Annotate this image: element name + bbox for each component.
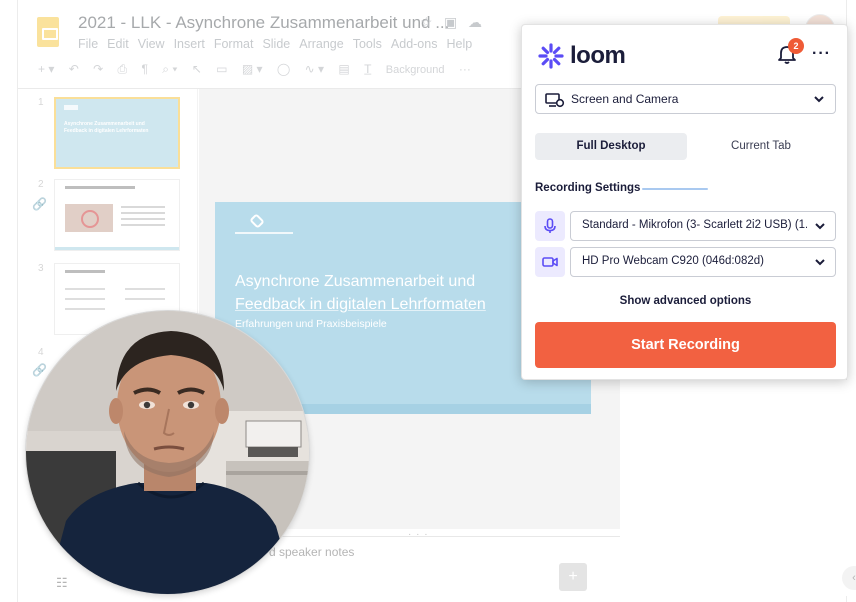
loom-starburst-icon bbox=[538, 43, 564, 69]
chevron-down-icon bbox=[814, 96, 824, 103]
thumbnail-logo bbox=[64, 105, 78, 110]
loom-wordmark: loom bbox=[570, 42, 626, 69]
undo-icon[interactable]: ↶ bbox=[69, 62, 79, 76]
camera-value: HD Pro Webcam C920 (046d:082d) bbox=[582, 255, 764, 267]
menu-tools[interactable]: Tools bbox=[353, 37, 382, 51]
slide-number-2: 2 bbox=[38, 179, 44, 190]
menu-insert[interactable]: Insert bbox=[174, 37, 205, 51]
comment-icon[interactable]: ▤ bbox=[338, 62, 349, 76]
paint-format-icon[interactable]: ¶ bbox=[141, 62, 147, 76]
background-button[interactable]: Background bbox=[386, 64, 445, 76]
microphone-value: Standard - Mikrofon (3- Scarlett 2i2 USB… bbox=[582, 219, 807, 231]
recording-mode-value: Screen and Camera bbox=[571, 92, 679, 106]
thumbnail-title: Asynchrone Zusammenarbeit und Feedback i… bbox=[64, 121, 149, 134]
slide-thumbnail-2[interactable] bbox=[54, 179, 180, 251]
grid-view-icon[interactable]: ☷ bbox=[56, 575, 68, 591]
line-icon[interactable]: ∿ ▾ bbox=[305, 62, 324, 76]
microphone-icon bbox=[544, 218, 556, 233]
more-options-icon[interactable]: ··· bbox=[812, 45, 831, 63]
webcam-bubble[interactable] bbox=[25, 310, 310, 595]
move-folder-icon[interactable]: ▣ bbox=[444, 14, 457, 31]
speaker-notes-placeholder: d speaker notes bbox=[269, 545, 355, 559]
thumbnail-image bbox=[65, 204, 113, 232]
slides-logo-icon[interactable] bbox=[37, 17, 59, 47]
textbox-icon[interactable]: ▭ bbox=[216, 62, 227, 76]
menu-bar: File Edit View Insert Format Slide Arrange Tool… bbox=[78, 37, 481, 51]
link-icon: 🔗 bbox=[32, 363, 47, 377]
menu-file[interactable]: File bbox=[78, 37, 98, 51]
select-icon[interactable]: ↖ bbox=[192, 62, 202, 76]
show-advanced-options-link[interactable]: Show advanced options bbox=[522, 295, 849, 307]
loom-panel: loom 2 ··· Screen and Camera Full Deskto… bbox=[521, 24, 848, 380]
explore-icon[interactable]: + bbox=[559, 563, 587, 591]
recording-settings-underline bbox=[642, 188, 708, 190]
chevron-down-icon bbox=[815, 223, 825, 230]
menu-addons[interactable]: Add-ons bbox=[391, 37, 438, 51]
recording-settings-label: Recording Settings bbox=[535, 182, 641, 194]
slide-subtitle[interactable]: Erfahrungen und Praxisbeispiele bbox=[235, 318, 387, 330]
shape-icon[interactable]: ◯ bbox=[277, 62, 290, 76]
menu-slide[interactable]: Slide bbox=[262, 37, 290, 51]
new-slide-icon[interactable]: + ▾ bbox=[38, 62, 54, 76]
chevron-down-icon bbox=[815, 259, 825, 266]
more-tools-icon[interactable]: ··· bbox=[459, 62, 471, 76]
slide-logo bbox=[235, 213, 293, 240]
loom-logo: loom bbox=[538, 41, 626, 71]
menu-arrange[interactable]: Arrange bbox=[299, 37, 343, 51]
screen: 2021 - LLK - Asynchrone Zusammenarbeit u… bbox=[0, 0, 856, 602]
slide-number-3: 3 bbox=[38, 263, 44, 274]
camera-toggle[interactable] bbox=[535, 247, 565, 277]
slide-thumbnail-1[interactable]: Asynchrone Zusammenarbeit und Feedback i… bbox=[54, 97, 180, 169]
star-icon[interactable]: ☆ bbox=[420, 14, 433, 31]
text-format-icon[interactable]: T̲ bbox=[364, 62, 371, 76]
webcam-video bbox=[26, 311, 309, 594]
microphone-select[interactable]: Standard - Mikrofon (3- Scarlett 2i2 USB… bbox=[570, 211, 836, 241]
cloud-status-icon[interactable]: ☁ bbox=[468, 14, 482, 31]
menu-edit[interactable]: Edit bbox=[107, 37, 129, 51]
menu-format[interactable]: Format bbox=[214, 37, 254, 51]
redo-icon[interactable]: ↷ bbox=[93, 62, 103, 76]
screen-camera-icon bbox=[545, 93, 565, 108]
recording-mode-select[interactable]: Screen and Camera bbox=[535, 84, 836, 114]
microphone-toggle[interactable] bbox=[535, 211, 565, 241]
slide-number-4: 4 bbox=[38, 347, 44, 358]
notification-badge: 2 bbox=[788, 38, 804, 54]
tab-full-desktop[interactable]: Full Desktop bbox=[535, 133, 687, 160]
zoom-icon[interactable]: ⌕ ▾ bbox=[162, 62, 177, 77]
link-icon: 🔗 bbox=[32, 197, 47, 211]
tab-current-tab[interactable]: Current Tab bbox=[685, 133, 837, 160]
menu-view[interactable]: View bbox=[138, 37, 165, 51]
image-icon[interactable]: ▨ ▾ bbox=[242, 62, 263, 76]
start-recording-button[interactable]: Start Recording bbox=[535, 322, 836, 368]
print-icon[interactable]: ⎙ bbox=[118, 62, 128, 77]
toolbar: + ▾ ↶ ↷ ⎙ ¶ ⌕ ▾ ↖ ▭ ▨ ▾ ◯ ∿ ▾ ▤ T̲ Backg… bbox=[38, 62, 482, 86]
document-title[interactable]: 2021 - LLK - Asynchrone Zusammenarbeit u… bbox=[78, 13, 449, 33]
video-camera-icon bbox=[542, 257, 558, 267]
camera-select[interactable]: HD Pro Webcam C920 (046d:082d) bbox=[570, 247, 836, 277]
menu-help[interactable]: Help bbox=[446, 37, 472, 51]
slide-number-1: 1 bbox=[38, 97, 44, 108]
